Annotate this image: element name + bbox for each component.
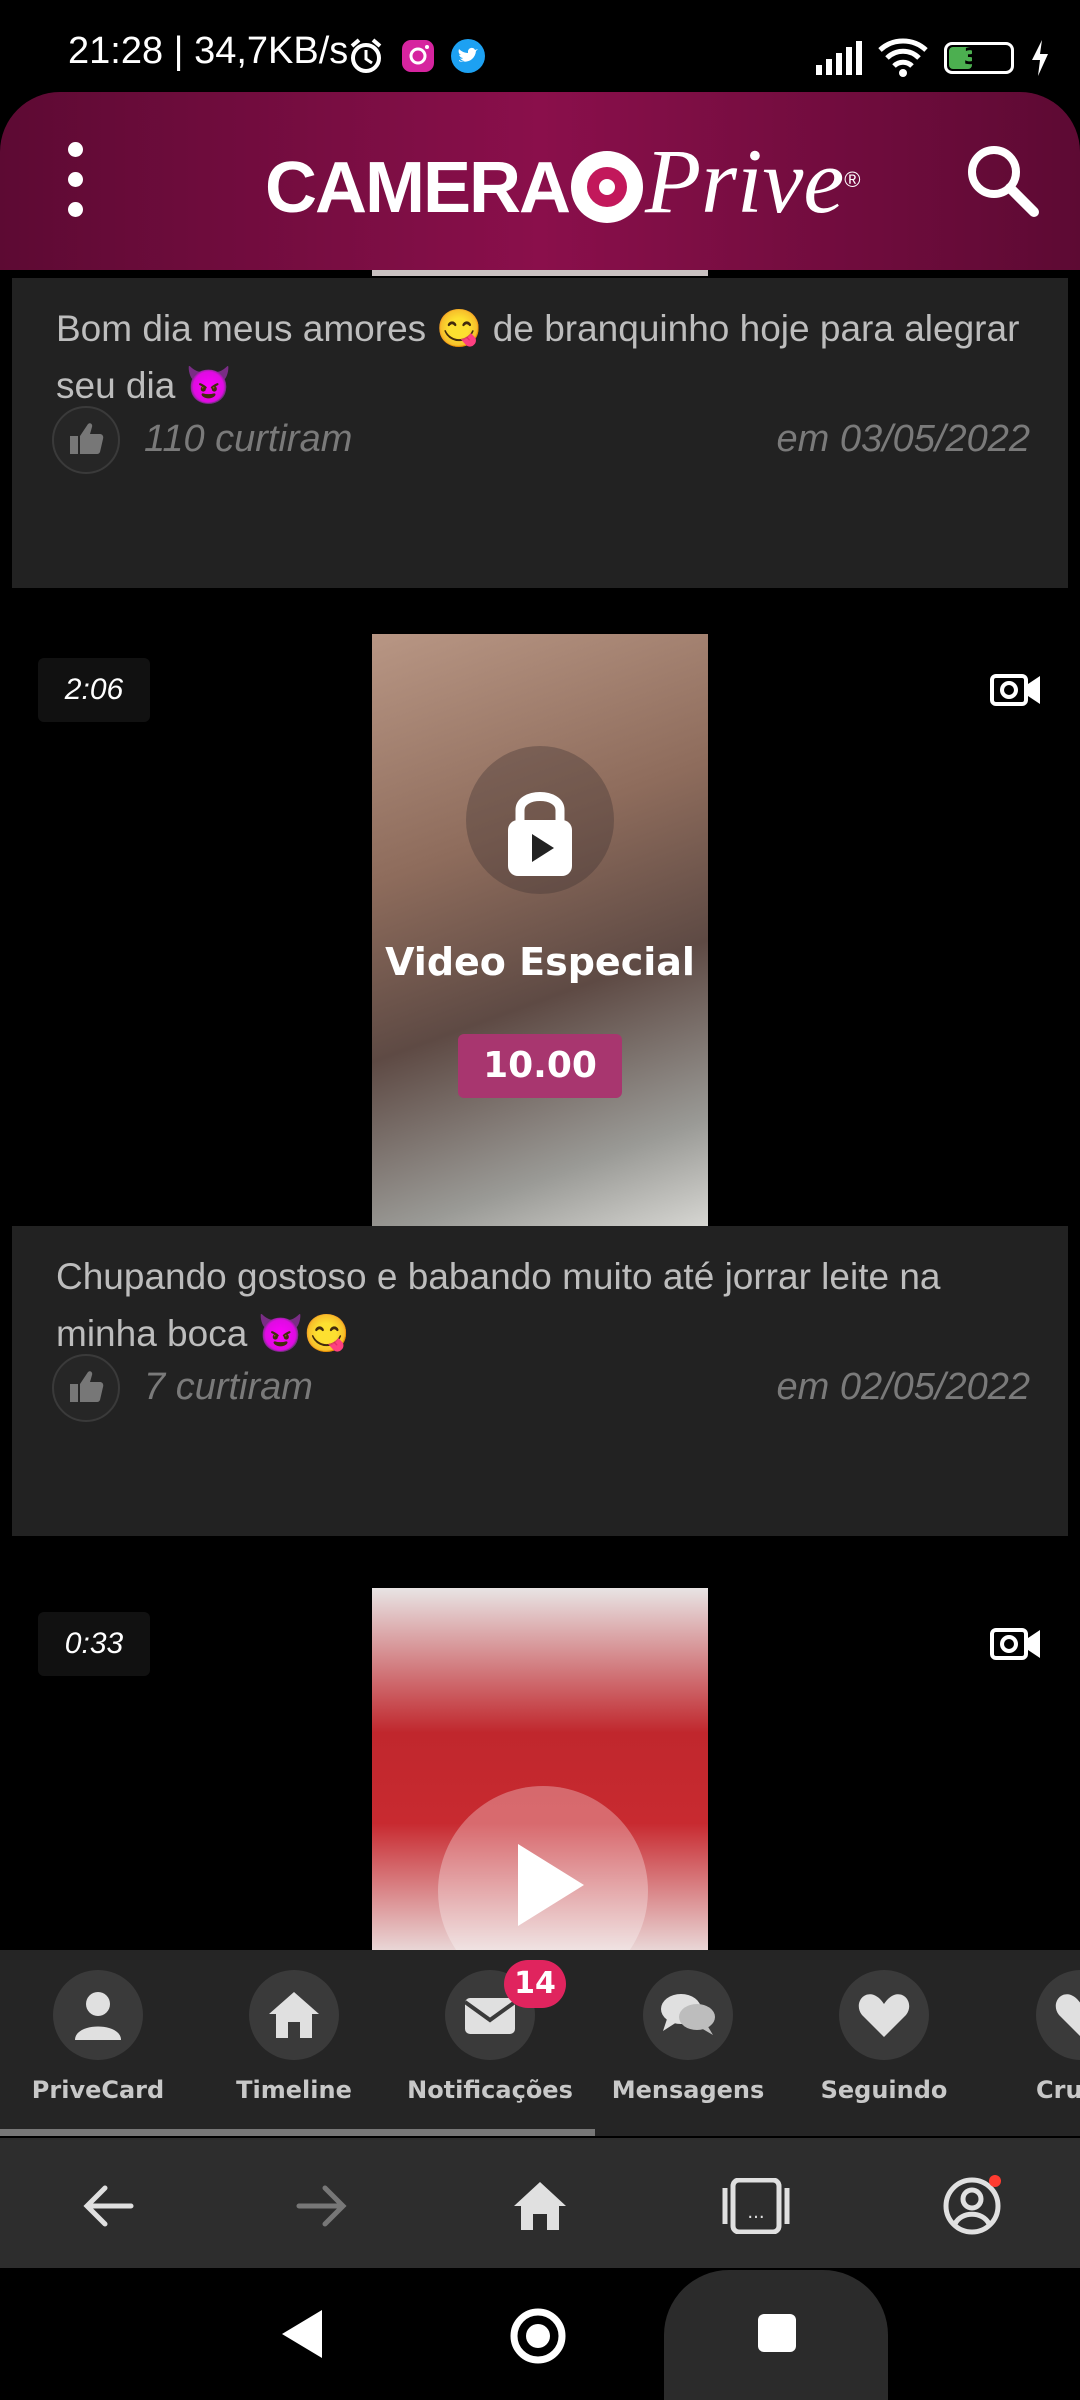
nav-item-privecard[interactable]: PriveCard bbox=[8, 1970, 188, 2104]
nav-item-mensagens[interactable]: Mensagens bbox=[598, 1970, 778, 2104]
bottom-navigation: PriveCard Timeline Notificações 14 Mensa… bbox=[0, 1950, 1080, 2136]
twitter-icon bbox=[451, 39, 485, 73]
browser-toolbar: ... bbox=[0, 2138, 1080, 2268]
nav-label: PriveCard bbox=[31, 2076, 165, 2104]
charging-icon bbox=[1032, 40, 1048, 76]
nav-label: Timeline bbox=[236, 2076, 352, 2104]
play-icon[interactable] bbox=[510, 1840, 590, 1930]
kebab-menu-icon[interactable] bbox=[60, 142, 90, 218]
forward-arrow-icon[interactable] bbox=[284, 2168, 360, 2244]
video-media[interactable]: 0:33 bbox=[12, 1588, 1068, 1950]
like-count: 110 curtiram bbox=[144, 418, 353, 460]
status-bar: 21:28 | 34,7KB/s 36 bbox=[0, 0, 1080, 100]
home-icon bbox=[249, 1970, 339, 2060]
system-recents-icon[interactable] bbox=[756, 2312, 798, 2354]
video-camera-icon bbox=[990, 674, 1040, 706]
home-icon[interactable] bbox=[502, 2168, 578, 2244]
post-card: Bom dia meus amores 😋 de branquinho hoje… bbox=[12, 278, 1068, 588]
nav-item-timeline[interactable]: Timeline bbox=[204, 1970, 384, 2104]
thumbs-up-icon bbox=[70, 423, 104, 454]
logo-lens-icon bbox=[570, 150, 643, 223]
post-date: em 03/05/2022 bbox=[776, 418, 1030, 460]
heart-icon bbox=[1036, 1970, 1080, 2060]
user-icon bbox=[53, 1970, 143, 2060]
logo-script: Prive bbox=[644, 130, 845, 232]
previous-media-sliver bbox=[372, 270, 708, 276]
account-icon[interactable] bbox=[934, 2168, 1010, 2244]
status-left-icons bbox=[346, 36, 486, 76]
system-back-icon[interactable] bbox=[278, 2308, 326, 2360]
status-time: 21:28 | 34,7KB/s bbox=[68, 30, 349, 72]
logo-registered: ® bbox=[844, 167, 860, 192]
nav-item-notificacoes[interactable]: Notificações 14 bbox=[400, 1960, 580, 2104]
tabs-icon[interactable]: ... bbox=[718, 2168, 794, 2244]
nav-label: Notificações bbox=[407, 2076, 573, 2104]
nav-scroll-indicator bbox=[0, 2129, 595, 2136]
video-duration: 0:33 bbox=[38, 1612, 150, 1676]
video-camera-icon bbox=[990, 1628, 1040, 1660]
status-right-icons: 36 bbox=[814, 36, 1050, 80]
search-icon[interactable] bbox=[962, 140, 1042, 220]
wifi-icon bbox=[878, 38, 928, 77]
heart-icon bbox=[839, 1970, 929, 2060]
like-count: 7 curtiram bbox=[144, 1366, 313, 1408]
nav-label: Seguindo bbox=[820, 2076, 948, 2104]
price-button[interactable]: 10.00 bbox=[458, 1034, 622, 1098]
app-logo[interactable]: CAMERA Prive® bbox=[265, 128, 860, 234]
post-card: Chupando gostoso e babando muito até jor… bbox=[12, 1226, 1068, 1536]
nav-label: Crus bbox=[1036, 2076, 1080, 2104]
like-button[interactable] bbox=[52, 1354, 120, 1422]
nav-item-seguindo[interactable]: Seguindo bbox=[794, 1970, 974, 2104]
special-video-label: Video Especial bbox=[385, 940, 695, 984]
svg-text:...: ... bbox=[747, 2202, 764, 2223]
alarm-icon bbox=[350, 38, 382, 73]
signal-icon bbox=[816, 41, 862, 75]
nav-item-crushes[interactable]: Crus bbox=[990, 1970, 1080, 2104]
post-date: em 02/05/2022 bbox=[776, 1366, 1030, 1408]
nav-label: Mensagens bbox=[611, 2076, 765, 2104]
video-duration: 2:06 bbox=[38, 658, 150, 722]
logo-bold: CAMERA bbox=[265, 148, 571, 228]
chat-icon bbox=[643, 1970, 733, 2060]
timeline-feed[interactable]: Bom dia meus amores 😋 de branquinho hoje… bbox=[0, 270, 1080, 1950]
like-button[interactable] bbox=[52, 406, 120, 474]
video-media[interactable]: 2:06 Video Especial 10.00 bbox=[12, 634, 1068, 1226]
battery-icon: 36 bbox=[944, 42, 1014, 74]
lock-play-icon bbox=[508, 792, 572, 876]
post-caption: Bom dia meus amores 😋 de branquinho hoje… bbox=[56, 308, 1020, 406]
thumbs-up-icon bbox=[70, 1371, 104, 1402]
video-thumbnail bbox=[372, 634, 708, 1226]
post-caption: Chupando gostoso e babando muito até jor… bbox=[56, 1256, 941, 1354]
back-arrow-icon[interactable] bbox=[70, 2168, 146, 2244]
battery-level: 36 bbox=[963, 45, 995, 70]
app-header: CAMERA Prive® bbox=[0, 92, 1080, 270]
system-home-icon[interactable] bbox=[508, 2306, 568, 2366]
instagram-icon bbox=[402, 40, 434, 72]
notification-badge: 14 bbox=[504, 1960, 566, 2008]
